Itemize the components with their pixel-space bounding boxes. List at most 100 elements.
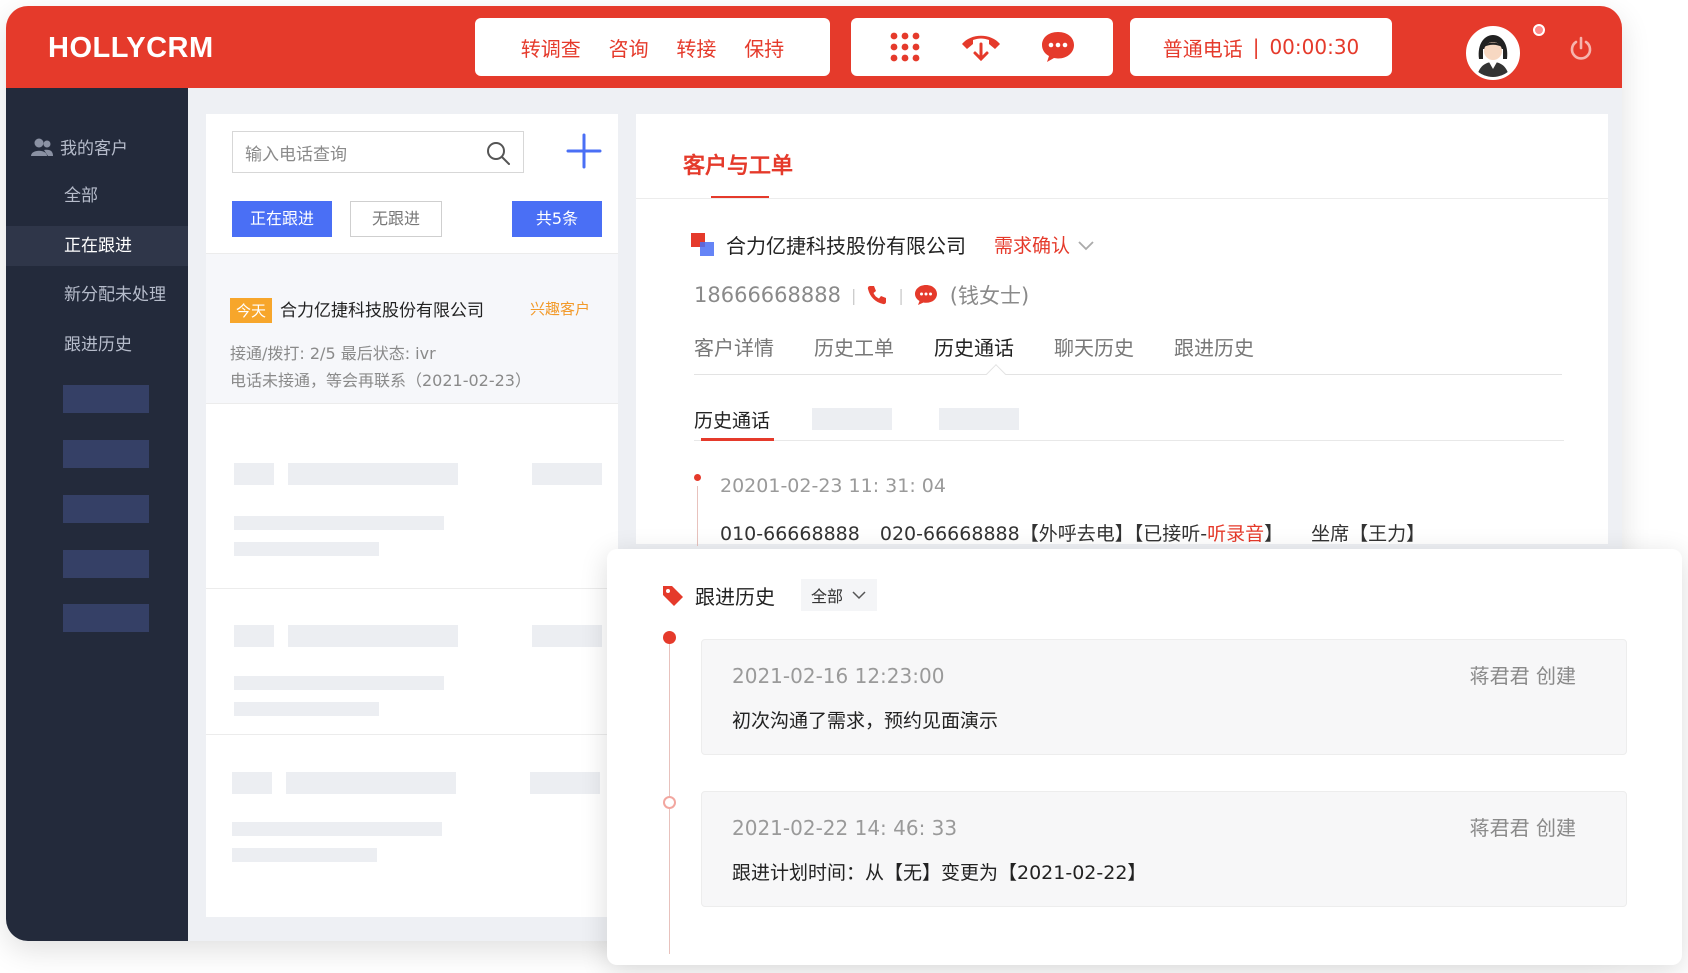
- tab-history-tickets[interactable]: 历史工单: [814, 332, 894, 361]
- sidebar-placeholder: [63, 495, 149, 523]
- search-placeholder: 输入电话查询: [245, 144, 347, 165]
- phone-icon[interactable]: [866, 284, 888, 306]
- total-count-badge: 共5条: [512, 201, 602, 237]
- dialpad-icon[interactable]: [888, 30, 922, 64]
- interest-badge: 兴趣客户: [529, 300, 590, 318]
- call-from: 010-66668888: [720, 523, 860, 545]
- sidebar-heading-label: 我的客户: [60, 139, 128, 159]
- timeline-line: [697, 486, 698, 546]
- sidebar-item-new-unprocessed[interactable]: 新分配未处理: [6, 275, 188, 315]
- today-tag: 今天: [230, 298, 273, 323]
- detail-title: 客户与工单: [683, 154, 794, 179]
- inner-tab-underline: [701, 438, 774, 441]
- avatar-portrait-icon: [1469, 29, 1517, 77]
- transfer-button[interactable]: 转接: [676, 33, 716, 62]
- timeline-dot: [663, 631, 676, 644]
- chat-icon[interactable]: [1040, 30, 1076, 64]
- inner-tabs-divider: [694, 440, 1564, 441]
- top-bar: HOLLYCRM 转调查 咨询 转接 保持 普通电话 | 00:00:30: [6, 6, 1622, 88]
- power-icon[interactable]: [1568, 36, 1594, 62]
- call-actions-group: 转调查 咨询 转接 保持: [475, 18, 830, 76]
- company-row: 合力亿捷科技股份有限公司 需求确认: [690, 230, 1096, 259]
- phone-row: 18666668888 | | (钱女士): [694, 280, 1029, 310]
- call-record: 010-66668888 020-66668888【外呼去电】【已接听-听录音】…: [720, 523, 1426, 545]
- phone-search-input[interactable]: 输入电话查询: [232, 131, 524, 173]
- user-avatar[interactable]: [1466, 26, 1520, 80]
- stage-status-dropdown[interactable]: 需求确认: [994, 231, 1070, 258]
- follow-history-title: 跟进历史: [695, 584, 775, 609]
- transfer-survey-button[interactable]: 转调查: [521, 33, 581, 62]
- follow-entry-content: 跟进计划时间：从【无】变更为【2021-02-22】: [732, 862, 1147, 884]
- customer-phone: 18666668888: [694, 283, 841, 307]
- tabs-divider: [694, 374, 1562, 375]
- follow-entry: 2021-02-16 12:23:00 蒋君君 创建 初次沟通了需求，预约见面演…: [701, 639, 1627, 755]
- follow-filter-value: 全部: [811, 587, 844, 606]
- sidebar-item-all[interactable]: 全部: [6, 176, 188, 216]
- sidebar-placeholder: [63, 385, 149, 413]
- call-agent: 坐席【王力】: [1311, 523, 1426, 545]
- timeline-dot: [694, 474, 701, 481]
- follow-history-card: 跟进历史 全部 2021-02-16 12:23:00 蒋君君 创建 初次沟通了…: [607, 549, 1682, 965]
- follow-filter-dropdown[interactable]: 全部: [801, 579, 878, 611]
- listen-recording-link[interactable]: 听录音: [1207, 523, 1264, 545]
- list-filter-row: 正在跟进 无跟进 共5条: [206, 188, 618, 254]
- divider: [206, 734, 618, 735]
- timeline-dot: [663, 796, 676, 809]
- notification-dot: [1533, 24, 1545, 36]
- tab-history-calls[interactable]: 历史通话: [934, 332, 1014, 361]
- inner-tab-calls[interactable]: 历史通话: [694, 406, 770, 433]
- customer-list-panel: 输入电话查询 正在跟进 无跟进 共5条 今天 合力亿捷科技股份有限公司 兴趣客户…: [206, 114, 618, 917]
- divider: [206, 588, 618, 589]
- sidebar-item-following[interactable]: 正在跟进: [6, 226, 188, 266]
- customer-card[interactable]: 今天 合力亿捷科技股份有限公司 兴趣客户 接通/拨打: 2/5 最后状态: iv…: [206, 254, 618, 404]
- follow-entry-creator: 蒋君君 创建: [1469, 664, 1576, 688]
- customer-company: 合力亿捷科技股份有限公司: [280, 301, 484, 321]
- sidebar-placeholder: [63, 440, 149, 468]
- tab-chat-history[interactable]: 聊天历史: [1054, 332, 1134, 361]
- sidebar: 我的客户 全部 正在跟进 新分配未处理 跟进历史: [6, 88, 188, 941]
- customer-note: 电话未接通，等会再联系（2021-02-23）: [230, 371, 531, 390]
- hangup-icon[interactable]: [959, 30, 1003, 64]
- active-tab-caret: [986, 364, 1006, 384]
- company-name: 合力亿捷科技股份有限公司: [726, 234, 966, 258]
- inner-tab-placeholder: [812, 408, 892, 430]
- tag-icon: [663, 586, 683, 606]
- contact-name: (钱女士): [949, 284, 1030, 308]
- call-to: 020-66668888: [879, 523, 1020, 545]
- app-logo: HOLLYCRM: [48, 32, 214, 64]
- sidebar-placeholder: [63, 604, 149, 632]
- follow-entry-creator: 蒋君君 创建: [1469, 816, 1576, 840]
- sidebar-placeholder: [63, 550, 149, 578]
- call-stats: 接通/拨打: 2/5 最后状态: ivr: [230, 344, 436, 363]
- call-status: 普通电话 | 00:00:30: [1130, 18, 1392, 76]
- company-logo-icon: [691, 232, 714, 256]
- follow-entry-time: 2021-02-22 14: 46: 33: [732, 816, 958, 840]
- follow-entry: 2021-02-22 14: 46: 33 蒋君君 创建 跟进计划时间：从【无】…: [701, 791, 1627, 907]
- divider: [636, 198, 1608, 199]
- hold-button[interactable]: 保持: [744, 33, 784, 62]
- call-desc: 【外呼去电】【已接听-: [1019, 523, 1208, 545]
- call-tools-group: [851, 18, 1113, 76]
- follow-entry-content: 初次沟通了需求，预约见面演示: [732, 710, 999, 732]
- call-type: 普通电话: [1162, 36, 1243, 61]
- inner-tab-placeholder: [939, 408, 1019, 430]
- chat-icon[interactable]: [914, 284, 938, 306]
- sidebar-item-history[interactable]: 跟进历史: [6, 325, 188, 365]
- call-timer: 00:00:30: [1269, 35, 1360, 59]
- add-customer-icon[interactable]: [564, 131, 604, 171]
- sidebar-heading: 我的客户: [30, 134, 128, 159]
- chevron-down-icon: [852, 591, 866, 600]
- follow-entry-time: 2021-02-16 12:23:00: [732, 664, 945, 688]
- tab-customer-details[interactable]: 客户详情: [694, 332, 774, 361]
- chevron-down-icon[interactable]: [1076, 238, 1096, 252]
- call-time: 20201-02-23 11: 31: 04: [720, 475, 946, 497]
- status-separator: |: [1252, 35, 1260, 59]
- filter-following-button[interactable]: 正在跟进: [232, 201, 332, 237]
- tab-follow-history[interactable]: 跟进历史: [1174, 332, 1254, 361]
- users-icon: [31, 138, 53, 156]
- customer-detail-panel: 客户与工单 合力亿捷科技股份有限公司 需求确认 18666668888 | |: [636, 114, 1608, 546]
- search-icon[interactable]: [485, 140, 511, 166]
- detail-tabs: 客户详情 历史工单 历史通话 聊天历史 跟进历史: [694, 332, 1254, 361]
- filter-no-follow-button[interactable]: 无跟进: [350, 201, 442, 237]
- consult-button[interactable]: 咨询: [609, 33, 649, 62]
